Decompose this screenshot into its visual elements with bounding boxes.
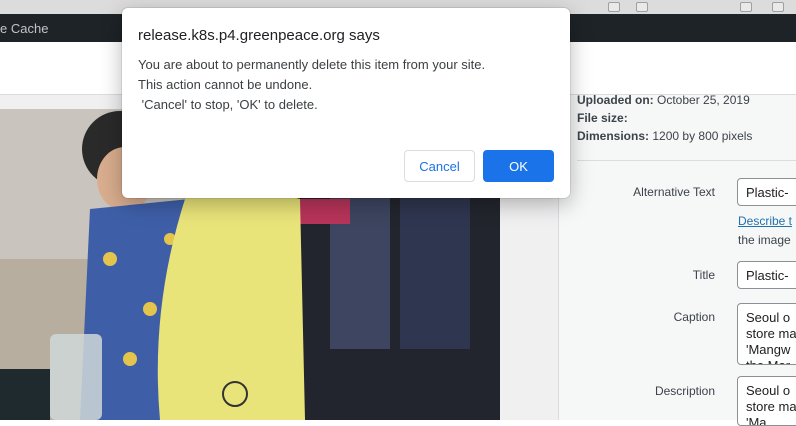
alt-text-input[interactable]: Plastic- [737,178,796,206]
title-input[interactable]: Plastic- [737,261,796,289]
dialog-message-line: This action cannot be undone. [138,77,313,92]
extension-icon[interactable] [772,2,784,12]
description-textarea[interactable]: Seoul o store ma 'Ma [737,376,796,426]
dimensions: Dimensions: 1200 by 800 pixels [577,129,753,143]
description-label: Description [654,384,715,398]
confirm-dialog: release.k8s.p4.greenpeace.org says You a… [122,8,570,198]
extension-icon[interactable] [740,2,752,12]
extension-icon[interactable] [608,2,620,12]
dialog-title: release.k8s.p4.greenpeace.org says [138,27,380,44]
admin-bar-cache-link[interactable]: e Cache [0,21,48,36]
describe-purpose-link[interactable]: Describe t [738,214,792,228]
attachment-details: Uploaded on: October 25, 2019 File size:… [558,93,796,426]
title-label: Title [692,268,715,282]
dialog-message-line: You are about to permanently delete this… [138,57,486,72]
uploaded-on: Uploaded on: October 25, 2019 [577,93,750,107]
caption-textarea[interactable]: Seoul o store ma 'Mangw the Mar [737,303,796,365]
ok-button[interactable]: OK [483,150,554,182]
alt-text-label: Alternative Text [633,185,715,199]
caption-label: Caption [673,310,715,324]
cancel-button[interactable]: Cancel [404,150,475,182]
file-size: File size: [577,111,628,125]
describe-purpose-text: the image [738,233,791,247]
extension-icon[interactable] [636,2,648,12]
dialog-message-line: 'Cancel' to stop, 'OK' to delete. [138,97,318,112]
settings-divider [577,160,796,161]
